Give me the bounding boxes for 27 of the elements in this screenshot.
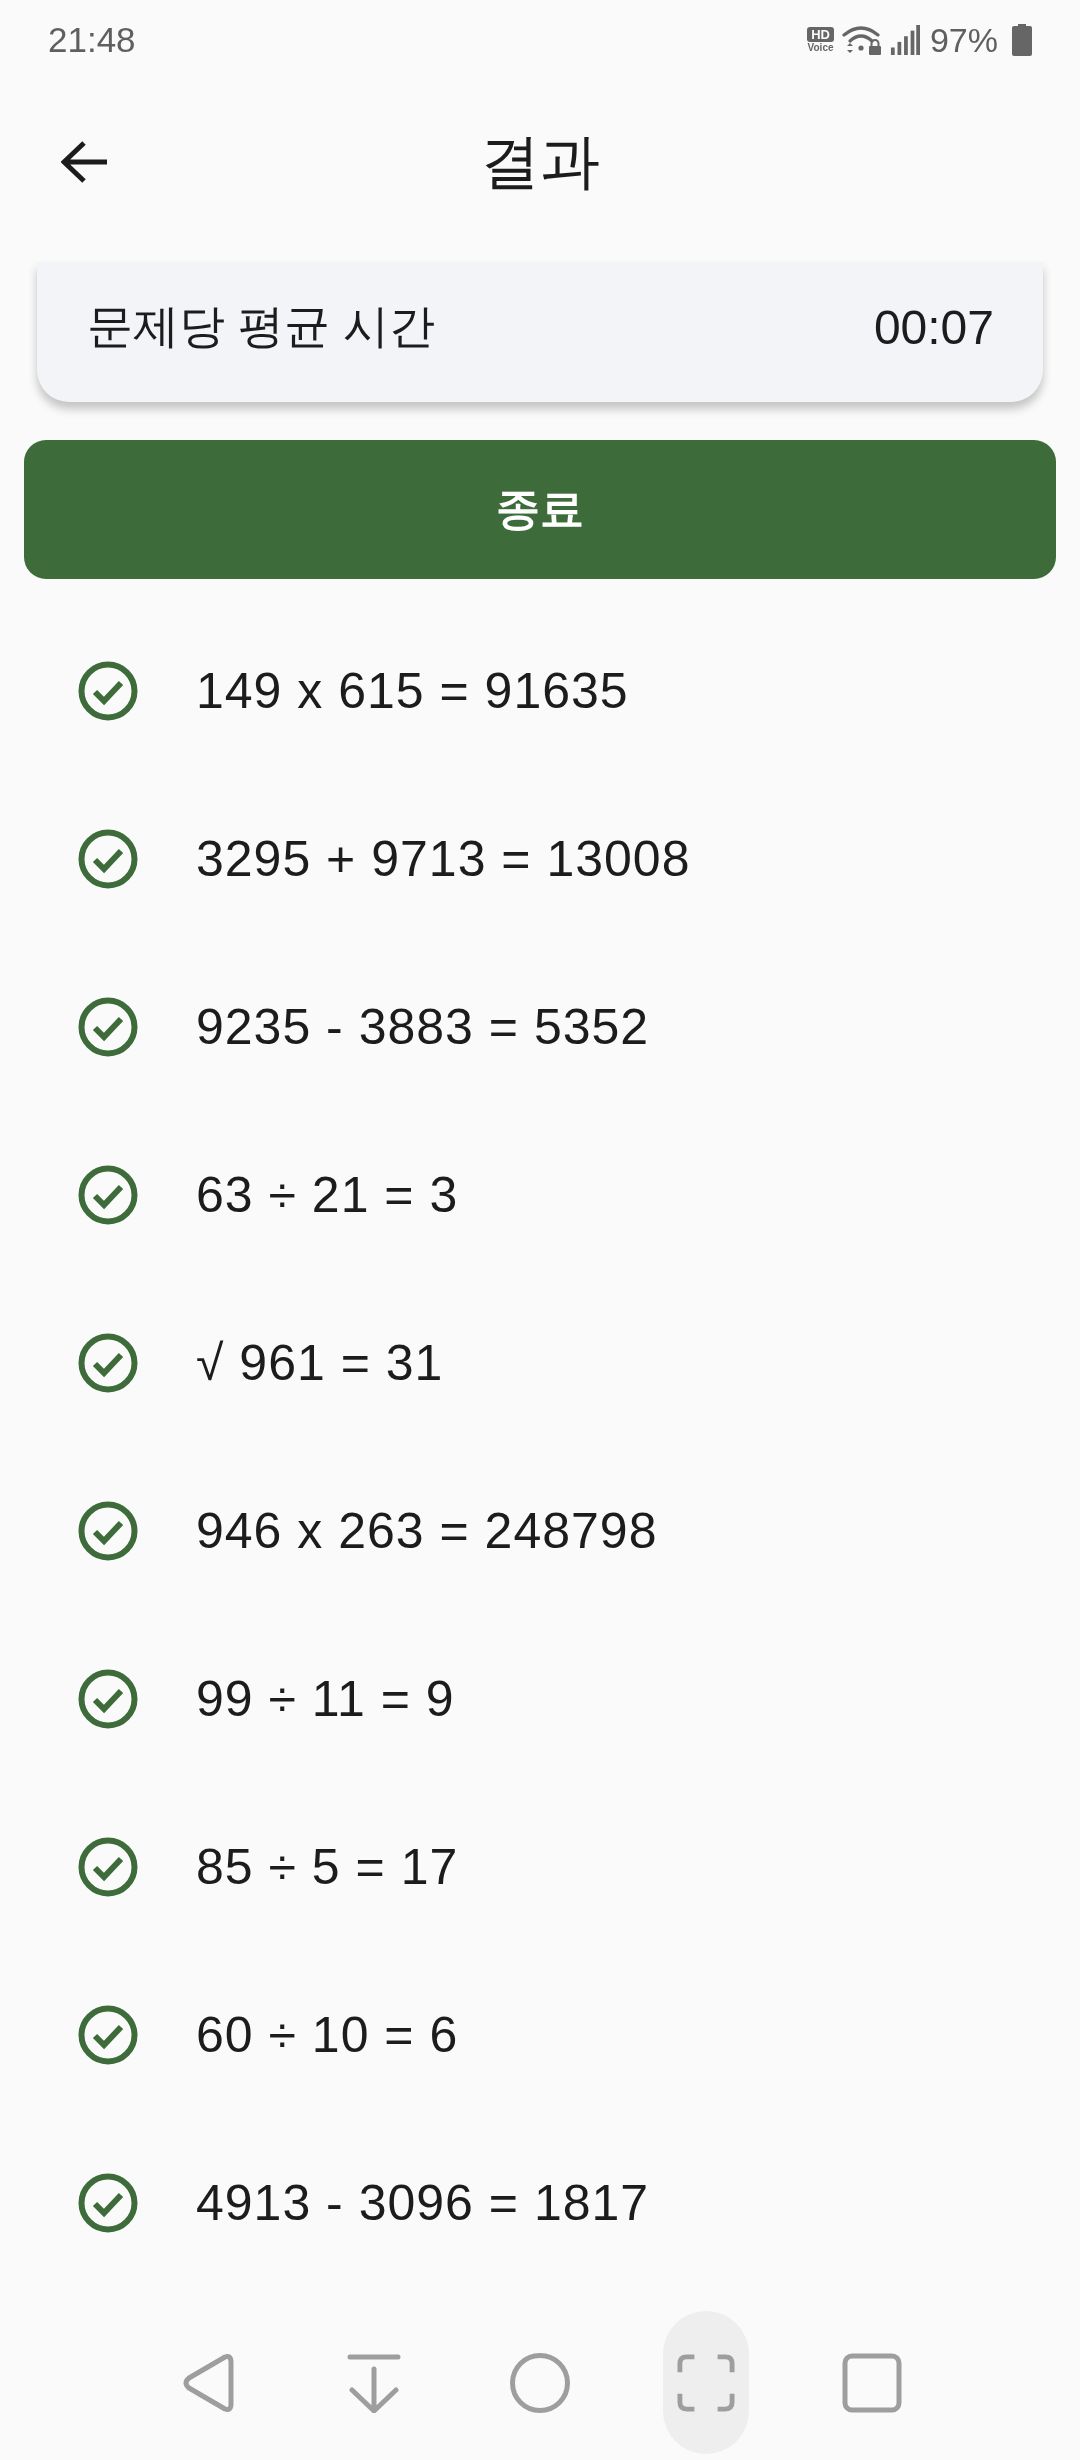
equation-text: 149 x 615 = 91635 xyxy=(196,662,629,720)
arrow-down-bar-icon xyxy=(346,2352,402,2413)
hd-badge: HD xyxy=(807,27,834,42)
equation-text: 99 ÷ 11 = 9 xyxy=(196,1670,455,1728)
circle-home-icon xyxy=(510,2352,570,2413)
status-time: 21:48 xyxy=(48,20,136,60)
battery-percent: 97% xyxy=(929,20,998,60)
equation-text: 3295 + 9713 = 13008 xyxy=(196,830,691,888)
equation-text: 4913 - 3096 = 1817 xyxy=(196,2174,650,2232)
triangle-back-icon xyxy=(181,2352,235,2413)
voice-caption: Voice xyxy=(807,43,834,53)
frame-corners-icon xyxy=(677,2353,735,2412)
square-recents-icon xyxy=(842,2352,902,2413)
equation-text: 60 ÷ 10 = 6 xyxy=(196,2006,459,2064)
equation-text: √ 961 = 31 xyxy=(196,1334,444,1392)
back-arrow-icon[interactable] xyxy=(61,140,109,184)
wifi-lock-icon xyxy=(841,24,882,56)
average-time-label: 문제당 평균 시간 xyxy=(87,299,435,354)
equation-text: 946 x 263 = 248798 xyxy=(196,1502,658,1560)
page-title: 결과 xyxy=(480,126,600,197)
average-time-value: 00:07 xyxy=(873,299,994,355)
equation-text: 85 ÷ 5 = 17 xyxy=(196,1838,459,1896)
finish-button[interactable]: 종료 xyxy=(24,440,1056,579)
equation-text: 63 ÷ 21 = 3 xyxy=(196,1166,459,1224)
signal-icon xyxy=(889,25,920,55)
equation-text: 9235 - 3883 = 5352 xyxy=(196,998,650,1056)
battery-icon xyxy=(1012,24,1032,56)
